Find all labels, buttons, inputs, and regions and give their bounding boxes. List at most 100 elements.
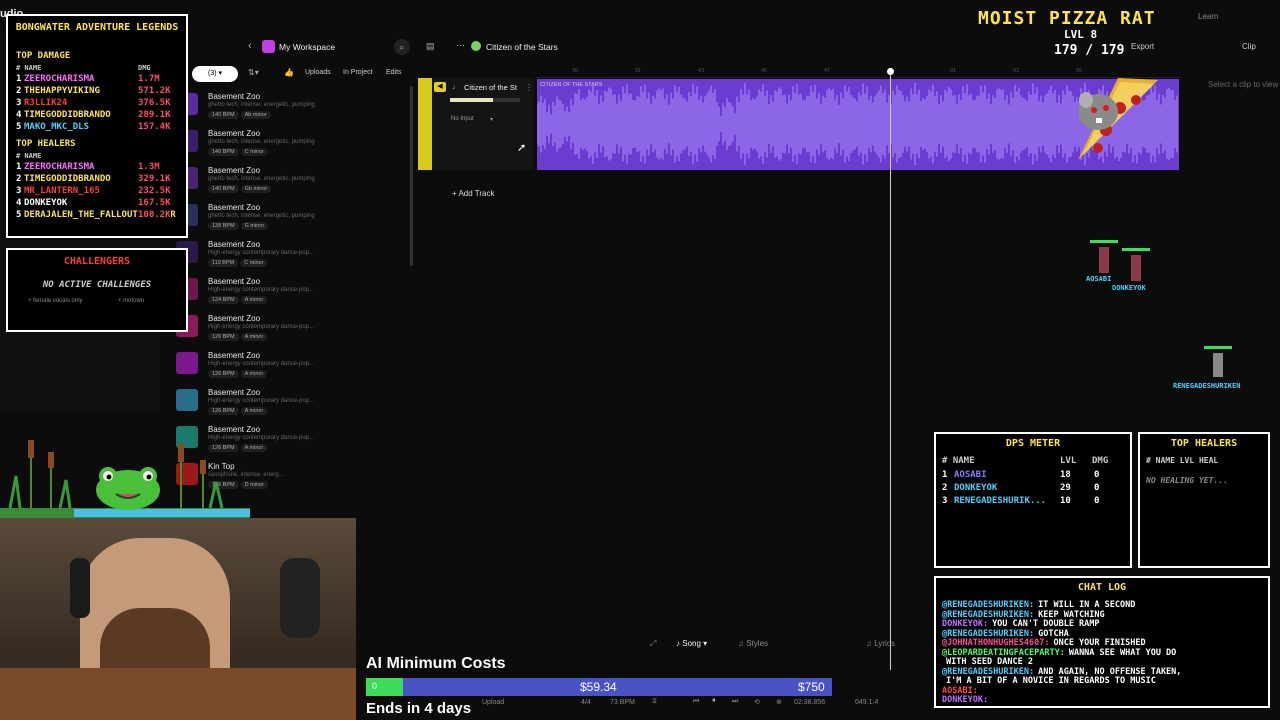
list-scrollbar[interactable] xyxy=(410,86,413,266)
song-tags: ghetto tech, intense, energetic, pumping xyxy=(208,176,315,182)
song-tags: High-energy contemporary dance-pop... xyxy=(208,250,315,256)
playhead[interactable] xyxy=(890,70,891,670)
song-title[interactable]: Basement Zoo xyxy=(208,129,260,138)
workspace-label[interactable]: My Workspace xyxy=(279,42,335,52)
leaderboard-name: ZEEROCHARISMA xyxy=(24,162,95,172)
song-list-item[interactable]: Basement Zoo High-energy contemporary dan… xyxy=(176,237,406,274)
export-button[interactable]: Export xyxy=(1131,42,1154,51)
healers-col-name: # NAME xyxy=(16,152,42,160)
song-key: A minor xyxy=(240,407,268,415)
leaderboard-name: DONKEYOK xyxy=(24,198,68,208)
leaderboard-value: 571.2K xyxy=(138,86,171,96)
song-title[interactable]: Basement Zoo xyxy=(208,240,260,249)
volume-fill xyxy=(450,98,494,102)
challenge-tag-1[interactable]: + female vocals only xyxy=(28,298,83,304)
pause-icon[interactable]: ⏸ xyxy=(712,697,716,705)
song-title[interactable]: Basement Zoo xyxy=(208,351,260,360)
damage-col-name: # NAME xyxy=(16,64,42,72)
song-list-item[interactable]: Basement Zoo ghetto tech, intense, energe… xyxy=(176,89,406,126)
song-bpm: 126 BPM xyxy=(208,370,239,378)
rewind-icon[interactable]: ⏮ xyxy=(693,698,699,706)
sort-icon[interactable]: ⇅▾ xyxy=(248,68,259,77)
like-icon[interactable]: 👍 xyxy=(284,68,294,77)
project-title[interactable]: Citizen of the Stars xyxy=(486,42,558,52)
metronome-icon[interactable]: ⧖ xyxy=(652,698,657,706)
song-title[interactable]: Basement Zoo xyxy=(208,203,260,212)
sprite-aosabi-label: AOSABI xyxy=(1086,275,1112,283)
record-icon[interactable]: ⊕ xyxy=(776,698,782,706)
frog-sprite xyxy=(0,440,250,518)
playhead-knob[interactable] xyxy=(887,68,894,75)
leaderboard-rank: 1 xyxy=(16,162,22,172)
song-tags: High-energy contemporary dance-pop... xyxy=(208,287,315,293)
song-list-item[interactable]: Basement Zoo ghetto tech, intense, energe… xyxy=(176,126,406,163)
song-tags: High-energy contemporary dance-pop... xyxy=(208,324,315,330)
song-title[interactable]: Basement Zoo xyxy=(208,388,260,397)
input-select[interactable]: No Input xyxy=(451,116,474,122)
pizza-rat-sprite xyxy=(1078,78,1158,160)
leaderboard-name: TIMEGODDIDBRANDO xyxy=(24,174,111,184)
challenge-tag-2[interactable]: + motown xyxy=(118,298,144,304)
song-list-item[interactable]: Basement Zoo ghetto tech, intense, energe… xyxy=(176,200,406,237)
in-project-tab[interactable]: In Project xyxy=(343,69,373,76)
song-list-item[interactable]: Basement Zoo High-energy contemporary dan… xyxy=(176,274,406,311)
expand-icon[interactable]: ⤢ xyxy=(650,639,656,649)
edits-tab[interactable]: Edits xyxy=(386,69,402,76)
workspace-icon xyxy=(262,40,275,53)
track-menu-icon[interactable]: ⋮ xyxy=(525,83,533,92)
chat-message: WITH SEED DANCE 2 xyxy=(946,657,1033,667)
song-title[interactable]: Basement Zoo xyxy=(208,166,260,175)
search-icon[interactable]: ⌕ xyxy=(394,39,410,55)
song-title[interactable]: Basement Zoo xyxy=(208,277,260,286)
song-tab[interactable]: ♪ Song ▾ xyxy=(676,639,707,648)
song-key: C minor xyxy=(240,148,268,156)
song-list-item[interactable]: Basement Zoo ghetto tech, intense, energe… xyxy=(176,163,406,200)
chat-message: GOTCHA xyxy=(1038,628,1069,639)
song-key: A minor xyxy=(240,333,268,341)
more-icon[interactable]: ⋯ xyxy=(456,40,465,51)
upload-button[interactable]: Upload xyxy=(482,699,504,706)
volume-slider[interactable] xyxy=(450,98,520,102)
leaderboard-value: 1.7M xyxy=(138,74,160,84)
learn-link[interactable]: Learn xyxy=(1198,12,1218,21)
ruler-tick: 43 xyxy=(698,68,705,74)
goal-title: AI Minimum Costs xyxy=(366,655,506,672)
webcam-mic xyxy=(280,558,320,638)
chat-message: ONCE YOUR FINISHED xyxy=(1053,638,1146,648)
song-meta: 126 BPM A minor xyxy=(208,407,269,415)
styles-tab[interactable]: ♫ Styles xyxy=(738,639,768,648)
leaderboard-rank: 3 xyxy=(16,186,22,196)
track-name[interactable]: Citizen of the St xyxy=(464,83,517,92)
top-healers-panel: TOP HEALERS # NAME LVL HEAL NO HEALING Y… xyxy=(1138,432,1270,568)
list-icon[interactable]: ▤ xyxy=(426,41,435,52)
speaker-icon[interactable]: ◀ xyxy=(434,82,446,92)
bpm-readout[interactable]: 73 BPM xyxy=(610,699,635,706)
song-list-item[interactable]: Basement Zoo High-energy contemporary dan… xyxy=(176,348,406,385)
song-tags: High-energy contemporary dance-pop... xyxy=(208,398,315,404)
uploads-tab[interactable]: Uploads xyxy=(305,69,331,76)
add-track-button[interactable]: + Add Track xyxy=(452,189,494,198)
filter-count: (3) xyxy=(207,70,217,77)
input-chevron-icon[interactable]: ▾ xyxy=(490,116,493,123)
chat-message: WANNA SEE WHAT YOU DO xyxy=(1068,647,1177,658)
challenge-tag-2-label: motown xyxy=(123,298,145,304)
song-list-item[interactable]: Basement Zoo High-energy contemporary dan… xyxy=(176,385,406,422)
chat-message: YOU CAN'T DOUBLE RAMP xyxy=(992,619,1100,629)
song-key: Ab minor xyxy=(240,111,271,119)
renegade-body xyxy=(1213,353,1223,377)
lyrics-tab[interactable]: ♫ Lyrics xyxy=(866,639,895,648)
select-clip-hint: Select a clip to view xyxy=(1208,80,1279,89)
leaderboard-name: MR_LANTERN_165 xyxy=(24,186,100,196)
ruler-tick: 03 xyxy=(1013,68,1020,74)
song-title[interactable]: Basement Zoo xyxy=(208,314,260,323)
clip-tab[interactable]: Clip xyxy=(1242,42,1256,51)
song-list-item[interactable]: Basement Zoo High-energy contemporary dan… xyxy=(176,311,406,348)
back-chevron-icon[interactable]: ‹ xyxy=(248,40,252,52)
chat-user: @RENEGADESHURIKEN: xyxy=(942,600,1035,610)
song-bpm: 140 BPM xyxy=(208,185,239,193)
forward-icon[interactable]: ⏭ xyxy=(732,698,738,706)
filter-button[interactable]: (3) ▾ xyxy=(192,66,238,82)
loop-icon[interactable]: ⟲ xyxy=(754,698,760,706)
time-signature[interactable]: 4/4 xyxy=(581,699,591,706)
song-title[interactable]: Basement Zoo xyxy=(208,92,260,101)
